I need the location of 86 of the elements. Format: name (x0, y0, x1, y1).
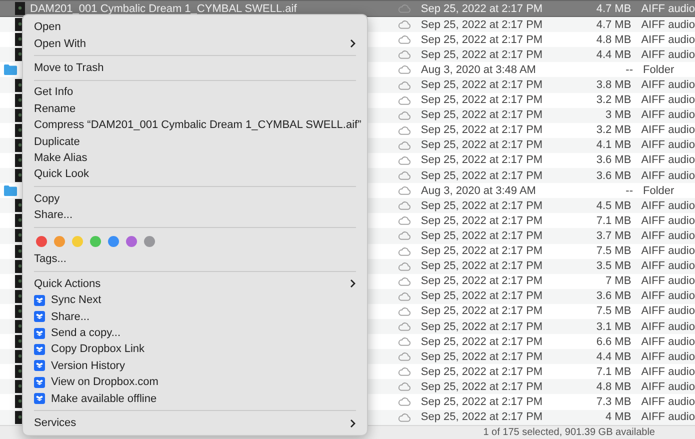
file-kind: AIFF audio (641, 380, 695, 393)
file-kind: AIFF audio (641, 396, 695, 408)
date-modified: Sep 25, 2022 at 2:17 PM (420, 380, 544, 393)
date-modified: Sep 25, 2022 at 2:17 PM (420, 214, 544, 227)
file-kind: AIFF audio (641, 200, 695, 212)
file-size: 4.4 MB (595, 350, 632, 363)
file-kind: AIFF audio (641, 350, 695, 363)
file-size: 7.1 MB (595, 366, 632, 378)
date-modified: Sep 25, 2022 at 2:17 PM (420, 350, 544, 363)
date-modified: Sep 25, 2022 at 2:17 PM (420, 245, 544, 258)
date-modified: Sep 25, 2022 at 2:17 PM (420, 396, 544, 408)
file-kind: AIFF audio (641, 154, 695, 166)
file-size: 7.3 MB (595, 396, 632, 408)
date-modified: Sep 25, 2022 at 2:17 PM (420, 200, 544, 212)
date-modified: Sep 25, 2022 at 2:17 PM (420, 124, 544, 136)
date-modified: Sep 25, 2022 at 2:17 PM (420, 109, 544, 122)
date-modified: Sep 25, 2022 at 2:17 PM (420, 170, 544, 182)
date-modified: Sep 25, 2022 at 2:17 PM (420, 305, 544, 318)
file-size: 3.6 MB (595, 290, 632, 302)
date-modified: Sep 25, 2022 at 2:17 PM (420, 411, 544, 424)
file-kind: AIFF audio (641, 260, 695, 272)
date-modified: Sep 25, 2022 at 2:17 PM (420, 260, 544, 272)
file-kind: AIFF audio (641, 18, 695, 31)
file-kind: Folder (643, 64, 674, 76)
file-kind: AIFF audio (641, 336, 695, 348)
file-size: -- (624, 184, 633, 197)
date-modified: Sep 25, 2022 at 2:17 PM (420, 79, 544, 92)
file-kind: AIFF audio (641, 305, 695, 318)
file-kind: AIFF audio (641, 170, 695, 182)
date-modified: Sep 25, 2022 at 2:17 PM (420, 94, 544, 106)
file-size: 4.8 MB (595, 380, 632, 393)
date-modified: Sep 25, 2022 at 2:17 PM (420, 154, 544, 166)
date-modified: Sep 25, 2022 at 2:17 PM (420, 290, 544, 302)
file-size: -- (624, 64, 633, 76)
file-name: DAM201_001 Cymbalic Dream 1_CYMBAL SWELL.aif (30, 2, 297, 15)
file-size: 3.1 MB (595, 320, 632, 333)
file-size: 3.2 MB (595, 94, 632, 106)
file-size: 7 MB (604, 275, 632, 288)
date-modified: Sep 25, 2022 at 2:17 PM (420, 275, 544, 288)
status-text: 1 of 175 selected, 901.39 GB available (483, 426, 656, 439)
file-kind: AIFF audio (641, 109, 695, 122)
file-kind: AIFF audio (641, 34, 695, 46)
date-modified: Sep 25, 2022 at 2:17 PM (420, 139, 544, 152)
date-modified: Sep 25, 2022 at 2:17 PM (420, 2, 544, 15)
file-kind: AIFF audio (641, 245, 695, 258)
file-size: 6.6 MB (595, 336, 632, 348)
file-kind: AIFF audio (641, 411, 695, 424)
date-modified: Sep 25, 2022 at 2:17 PM (420, 230, 544, 242)
date-modified: Sep 25, 2022 at 2:17 PM (420, 366, 544, 378)
file-kind: AIFF audio (641, 320, 695, 333)
date-modified: Aug 3, 2020 at 3:49 AM (421, 184, 537, 197)
file-size: 4.1 MB (595, 139, 632, 152)
file-kind: AIFF audio (641, 139, 695, 152)
file-size: 3.2 MB (595, 124, 632, 136)
date-modified: Aug 3, 2020 at 3:48 AM (421, 64, 537, 76)
file-size: 4 MB (604, 411, 632, 424)
file-kind: AIFF audio (641, 275, 695, 288)
date-modified: Sep 25, 2022 at 2:17 PM (420, 34, 544, 46)
date-modified: Sep 25, 2022 at 2:17 PM (420, 48, 544, 61)
file-size: 7.5 MB (595, 245, 632, 258)
file-size: 4.5 MB (595, 200, 632, 212)
date-modified: Sep 25, 2022 at 2:17 PM (420, 320, 544, 333)
date-modified: Sep 25, 2022 at 2:17 PM (420, 336, 544, 348)
file-size: 7.1 MB (595, 214, 632, 227)
file-size: 7.5 MB (595, 305, 632, 318)
file-size: 3 MB (604, 109, 632, 122)
file-size: 3.6 MB (595, 154, 632, 166)
file-size: 4.8 MB (595, 34, 632, 46)
file-size: 4.7 MB (595, 18, 632, 31)
file-kind: AIFF audio (641, 214, 695, 227)
file-kind: AIFF audio (641, 79, 695, 92)
file-size: 3.6 MB (595, 170, 632, 182)
date-modified: Sep 25, 2022 at 2:17 PM (420, 18, 544, 31)
file-kind: AIFF audio (641, 94, 695, 106)
file-size: 4.4 MB (595, 48, 632, 61)
file-kind: AIFF audio (641, 230, 695, 242)
file-kind: AIFF audio (641, 124, 695, 136)
file-kind: AIFF audio (641, 48, 695, 61)
file-kind: AIFF audio (641, 290, 695, 302)
file-kind: AIFF audio (641, 366, 695, 378)
file-kind: AIFF audio (641, 2, 695, 15)
file-size: 3.8 MB (595, 79, 632, 92)
file-kind: Folder (643, 184, 674, 197)
file-size: 4.7 MB (595, 2, 632, 15)
file-size: 3.7 MB (595, 230, 632, 242)
file-size: 3.5 MB (595, 260, 632, 272)
